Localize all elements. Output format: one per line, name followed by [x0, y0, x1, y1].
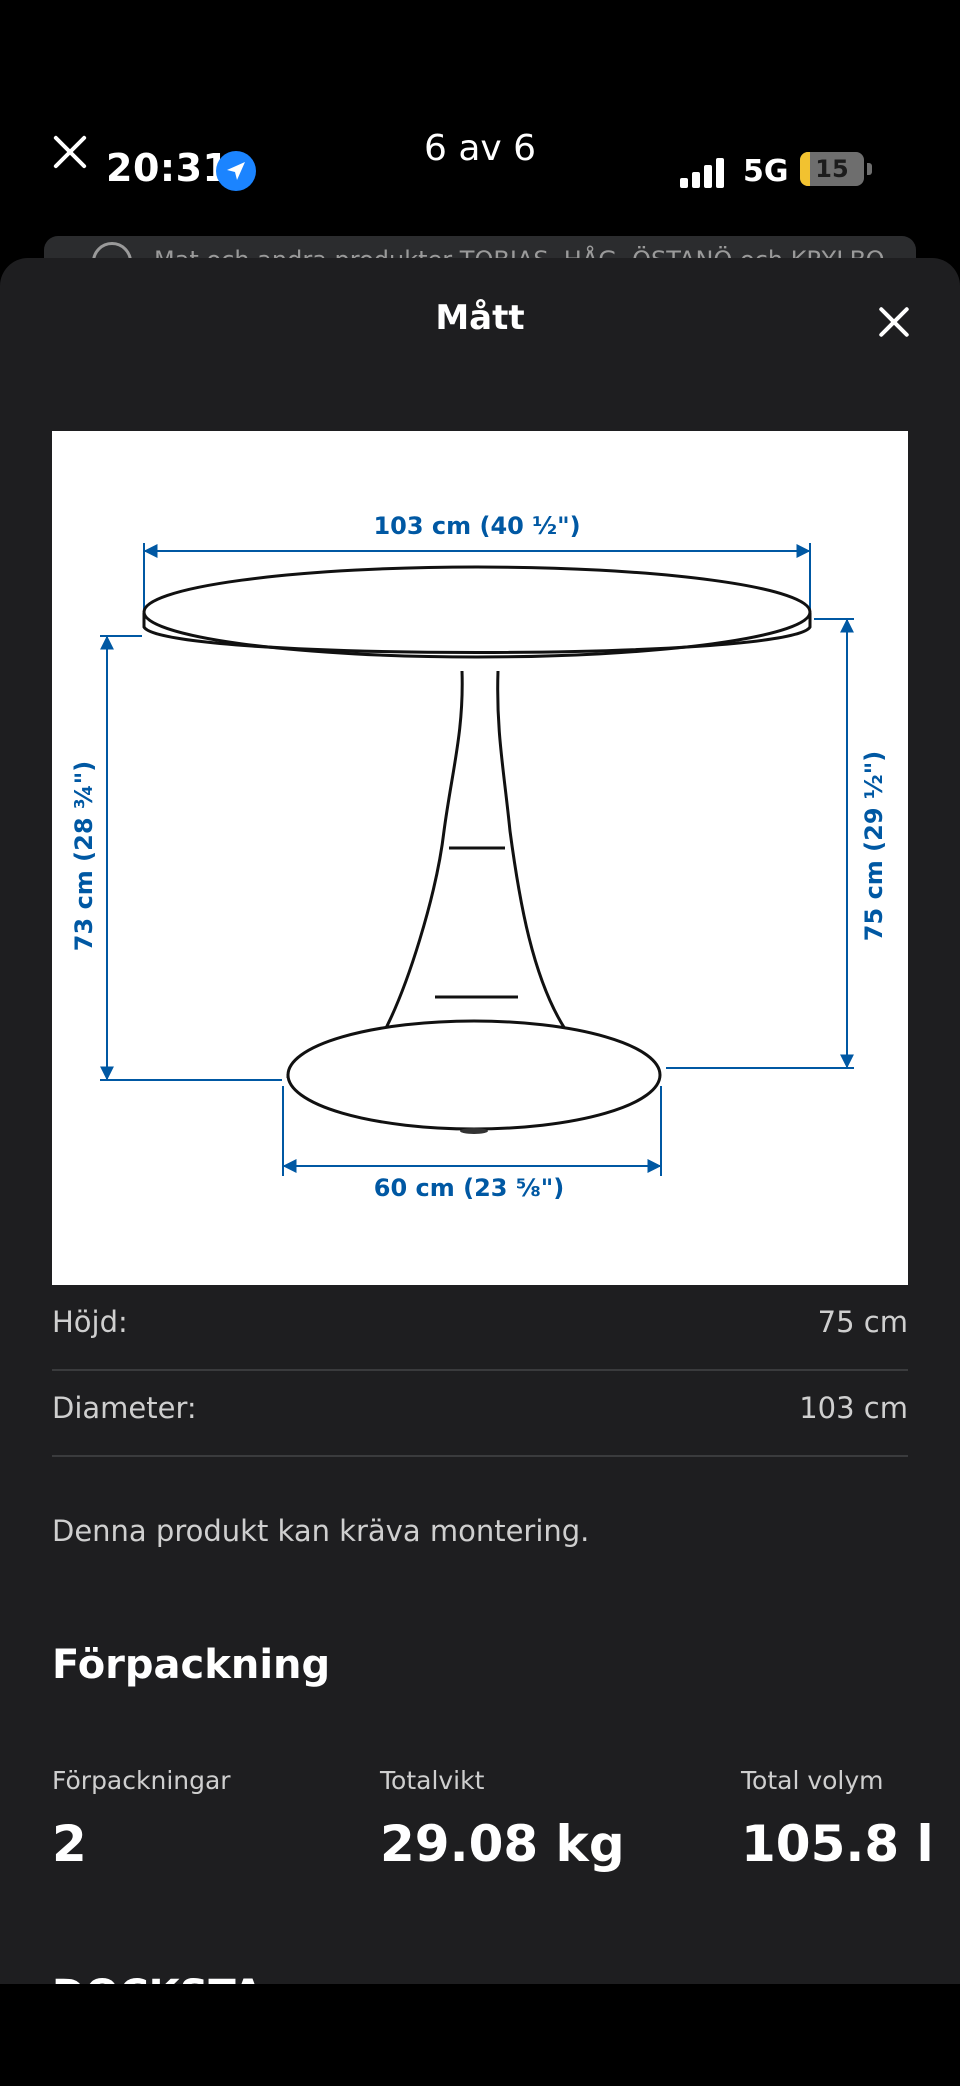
spec-value: 103 cm — [799, 1391, 908, 1425]
left-height-dimension-line — [100, 635, 282, 1081]
product-name-heading: DOCKSTA — [52, 1972, 264, 1984]
spec-label: Höjd: — [52, 1305, 128, 1339]
close-icon[interactable] — [870, 298, 918, 346]
packaging-weight-value: 29.08 kg — [380, 1815, 625, 1873]
right-height-dimension-line — [666, 618, 854, 1069]
battery-tip — [867, 163, 872, 175]
packaging-volume-value: 105.8 l — [741, 1815, 934, 1873]
packaging-count-value: 2 — [52, 1815, 87, 1873]
network-type: 5G — [743, 154, 789, 189]
packaging-volume-label: Total volym — [741, 1766, 884, 1795]
width-label: 103 cm (40 ½") — [373, 512, 580, 540]
table-dimensions-diagram: 103 cm (40 ½") 73 cm (28 ¾") 75 cm (29 ½… — [52, 431, 908, 1285]
table-drawing — [142, 565, 812, 1131]
packaging-volume: Total volym 105.8 l — [741, 1766, 934, 1873]
packaging-weight-label: Totalvikt — [380, 1766, 485, 1795]
right-height-label: 75 cm (29 ½") — [860, 751, 888, 941]
packaging-heading: Förpackning — [52, 1642, 331, 1688]
dimensions-sheet: Mått 103 cm (40 ½") 73 cm (28 ¾") 75 cm … — [0, 258, 960, 1984]
packaging-count: Förpackningar 2 — [52, 1766, 231, 1873]
cellular-signal-icon — [680, 156, 730, 188]
left-height-label: 73 cm (28 ¾") — [70, 761, 98, 951]
battery-percentage: 15 — [815, 155, 849, 183]
spec-row-diameter: Diameter: 103 cm — [52, 1371, 908, 1457]
packaging-weight: Totalvikt 29.08 kg — [380, 1766, 625, 1873]
spec-row-height: Höjd: 75 cm — [52, 1285, 908, 1371]
assembly-note: Denna produkt kan kräva montering. — [52, 1514, 590, 1548]
base-diameter-label: 60 cm (23 ⅝") — [374, 1174, 564, 1202]
sheet-title: Mått — [435, 298, 525, 338]
bottom-bar — [0, 1984, 960, 2086]
packaging-count-label: Förpackningar — [52, 1766, 231, 1795]
spec-label: Diameter: — [52, 1391, 197, 1425]
spec-value: 75 cm — [817, 1305, 908, 1339]
battery-icon: 15 — [800, 152, 864, 186]
status-bar: 20:31 6 av 6 5G 15 — [0, 100, 960, 200]
base-foot — [460, 1128, 488, 1134]
